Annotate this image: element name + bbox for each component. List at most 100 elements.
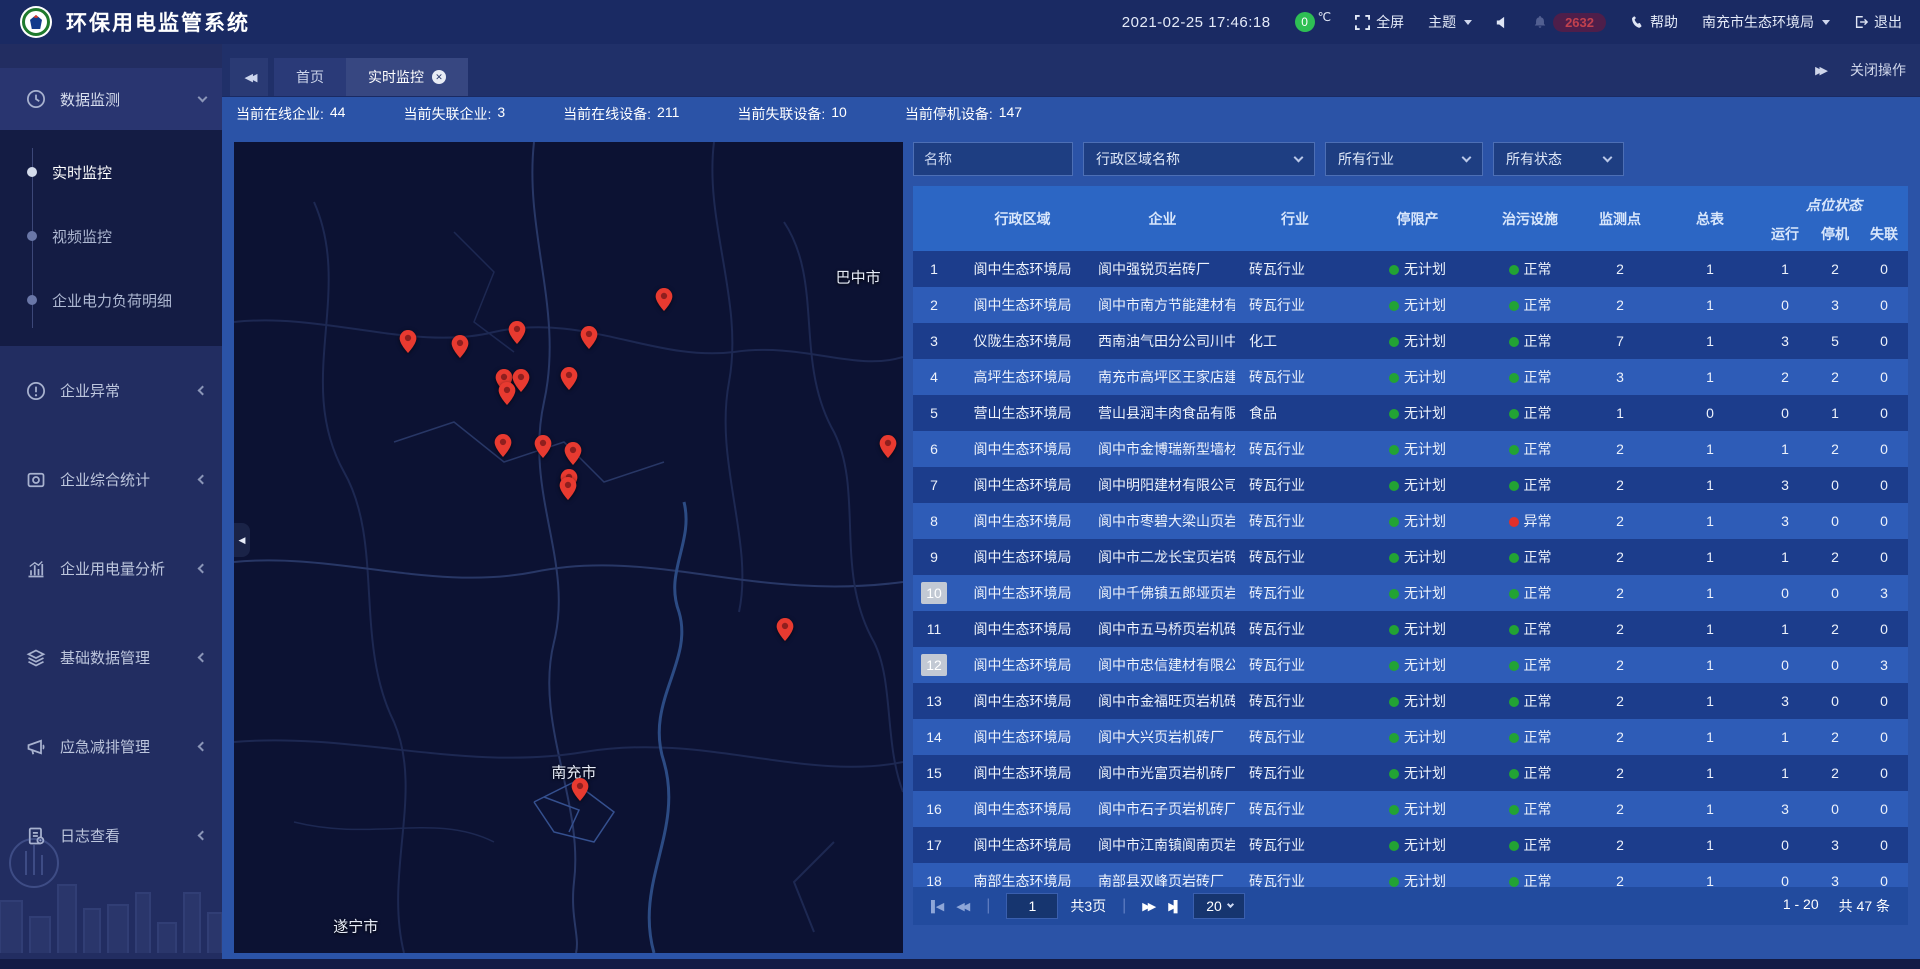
sidebar-section-label: 企业综合统计 xyxy=(60,469,199,490)
name-search-input[interactable] xyxy=(913,142,1073,176)
col-region[interactable]: 行政区域 xyxy=(955,186,1090,251)
col-company[interactable]: 企业 xyxy=(1090,186,1235,251)
map-marker-pin[interactable] xyxy=(581,326,598,354)
sidebar-item-企业电力负荷明细[interactable]: 企业电力负荷明细 xyxy=(0,268,222,332)
col-industry[interactable]: 行业 xyxy=(1235,186,1355,251)
map-marker-pin[interactable] xyxy=(777,618,794,646)
map-marker-pin[interactable] xyxy=(399,330,416,358)
logout-button[interactable]: 退出 xyxy=(1854,12,1902,32)
sidebar-section-数据监测[interactable]: 数据监测 xyxy=(0,68,222,130)
page-size-select[interactable]: 20 xyxy=(1193,893,1245,919)
cell-company: 阆中强锐页岩砖厂 xyxy=(1090,259,1235,279)
next-page-button[interactable]: ▶▶ xyxy=(1142,900,1156,913)
table-row[interactable]: 1 阆中生态环境局 阆中强锐页岩砖厂 砖瓦行业 无计划 正常 2 1 1 2 0 xyxy=(913,251,1908,287)
cell-industry: 砖瓦行业 xyxy=(1235,547,1355,567)
fullscreen-button[interactable]: 全屏 xyxy=(1355,12,1404,32)
close-operations-dropdown[interactable]: 关闭操作 xyxy=(1850,60,1906,80)
table-row[interactable]: 9 阆中生态环境局 阆中市二龙长宝页岩砖 砖瓦行业 无计划 正常 2 1 1 2… xyxy=(913,539,1908,575)
stat-label: 当前停机设备: xyxy=(905,104,993,124)
map-marker-pin[interactable] xyxy=(535,435,552,463)
prev-page-button[interactable]: ◀◀ xyxy=(956,900,970,913)
user-dropdown[interactable]: 南充市生态环境局 xyxy=(1702,12,1830,32)
sidebar-item-视频监控[interactable]: 视频监控 xyxy=(0,204,222,268)
cell-index: 5 xyxy=(913,402,955,424)
table-row[interactable]: 4 高坪生态环境局 南充市高坪区王家店建 砖瓦行业 无计划 正常 3 1 2 2… xyxy=(913,359,1908,395)
cell-industry: 砖瓦行业 xyxy=(1235,655,1355,675)
table-row[interactable]: 14 阆中生态环境局 阆中大兴页岩机砖厂 砖瓦行业 无计划 正常 2 1 1 2… xyxy=(913,719,1908,755)
status-dot xyxy=(1509,553,1519,563)
sidebar-section-企业用电量分析[interactable]: 企业用电量分析 xyxy=(0,524,222,613)
table-row[interactable]: 11 阆中生态环境局 阆中市五马桥页岩机砖 砖瓦行业 无计划 正常 2 1 1 … xyxy=(913,611,1908,647)
tab-inactive[interactable]: 首页 xyxy=(274,58,346,96)
sidebar-section-企业综合统计[interactable]: 企业综合统计 xyxy=(0,435,222,524)
table-row[interactable]: 2 阆中生态环境局 阆中市南方节能建材有 砖瓦行业 无计划 正常 2 1 0 3… xyxy=(913,287,1908,323)
cell-running: 3 xyxy=(1760,693,1810,709)
page-number-input[interactable] xyxy=(1006,893,1058,919)
table-row[interactable]: 5 营山生态环境局 营山县润丰肉食品有限 食品 无计划 正常 1 0 0 1 0 xyxy=(913,395,1908,431)
help-button[interactable]: 帮助 xyxy=(1630,12,1678,32)
map-collapse-handle[interactable]: ◀ xyxy=(234,523,250,557)
table-row[interactable]: 10 阆中生态环境局 阆中千佛镇五郎垭页岩 砖瓦行业 无计划 正常 2 1 0 … xyxy=(913,575,1908,611)
table-row[interactable]: 12 阆中生态环境局 阆中市忠信建材有限公 砖瓦行业 无计划 正常 2 1 0 … xyxy=(913,647,1908,683)
tabs-scroll-left-button[interactable]: ◀◀ xyxy=(230,58,268,96)
col-lost[interactable]: 失联 xyxy=(1860,216,1908,251)
cell-meters: 1 xyxy=(1660,585,1760,601)
status-dot xyxy=(1389,589,1399,599)
col-running[interactable]: 运行 xyxy=(1760,216,1810,251)
map-marker-pin[interactable] xyxy=(559,477,576,505)
map-marker-pin[interactable] xyxy=(880,435,897,463)
tab-active[interactable]: 实时监控 ✕ xyxy=(346,58,468,96)
col-facility[interactable]: 治污设施 xyxy=(1480,186,1580,251)
table-row[interactable]: 7 阆中生态环境局 阆中明阳建材有限公司 砖瓦行业 无计划 正常 2 1 3 0… xyxy=(913,467,1908,503)
table-row[interactable]: 16 阆中生态环境局 阆中市石子页岩机砖厂 砖瓦行业 无计划 正常 2 1 3 … xyxy=(913,791,1908,827)
table-row[interactable]: 13 阆中生态环境局 阆中市金福旺页岩机砖 砖瓦行业 无计划 正常 2 1 3 … xyxy=(913,683,1908,719)
tabs-scroll-right-button[interactable]: ▶▶ xyxy=(1815,64,1824,77)
status-dot xyxy=(1509,661,1519,671)
map-marker-pin[interactable] xyxy=(571,778,588,806)
cell-meters: 1 xyxy=(1660,441,1760,457)
last-page-button[interactable]: ▶▌ xyxy=(1168,900,1181,913)
sidebar-item-实时监控[interactable]: 实时监控 xyxy=(0,140,222,204)
cell-running: 1 xyxy=(1760,621,1810,637)
notifications[interactable]: 2632 xyxy=(1533,13,1606,32)
cell-limit-status: 无计划 xyxy=(1355,259,1480,279)
sidebar-section-应急减排管理[interactable]: 应急减排管理 xyxy=(0,702,222,791)
table-row[interactable]: 8 阆中生态环境局 阆中市枣碧大梁山页岩 砖瓦行业 无计划 异常 2 1 3 0… xyxy=(913,503,1908,539)
cell-company: 西南油气田分公司川中 xyxy=(1090,331,1235,351)
region-select[interactable]: 行政区域名称 xyxy=(1083,142,1315,176)
skyline-watermark xyxy=(0,805,222,955)
cell-lost: 0 xyxy=(1860,477,1908,493)
table-row[interactable]: 15 阆中生态环境局 阆中市光富页岩机砖厂 砖瓦行业 无计划 正常 2 1 1 … xyxy=(913,755,1908,791)
theme-dropdown[interactable]: 主题 xyxy=(1428,12,1472,32)
table-row[interactable]: 18 南部生态环境局 南部县双峰页岩砖厂 砖瓦行业 无计划 正常 2 1 0 3… xyxy=(913,863,1908,887)
cell-lost: 0 xyxy=(1860,765,1908,781)
map-marker-pin[interactable] xyxy=(565,442,582,470)
table-row[interactable]: 3 仪陇生态环境局 西南油气田分公司川中 化工 无计划 正常 7 1 3 5 0 xyxy=(913,323,1908,359)
cell-points: 2 xyxy=(1580,765,1660,781)
status-dot xyxy=(1509,877,1519,887)
sound-button[interactable] xyxy=(1496,16,1509,29)
table-row[interactable]: 17 阆中生态环境局 阆中市江南镇阆南页岩 砖瓦行业 无计划 正常 2 1 0 … xyxy=(913,827,1908,863)
status-select[interactable]: 所有状态 xyxy=(1493,142,1624,176)
col-points[interactable]: 监测点 xyxy=(1580,186,1660,251)
cell-index: 17 xyxy=(913,834,955,856)
map-marker-pin[interactable] xyxy=(494,434,511,462)
map-marker-pin[interactable] xyxy=(561,367,578,395)
col-meters[interactable]: 总表 xyxy=(1660,186,1760,251)
stats-bar: 当前在线企业:44 当前失联企业:3 当前在线设备:211 当前失联设备:10 … xyxy=(222,96,1920,130)
first-page-button[interactable]: ▌◀ xyxy=(931,900,944,913)
col-limit[interactable]: 停限产 xyxy=(1355,186,1480,251)
map-marker-pin[interactable] xyxy=(498,382,515,410)
map-marker-pin[interactable] xyxy=(656,288,673,316)
map-marker-pin[interactable] xyxy=(508,321,525,349)
map-marker-pin[interactable] xyxy=(452,335,469,363)
map-panel[interactable]: ◀ 巴中市南充市遂宁市 xyxy=(234,142,903,953)
table-row[interactable]: 6 阆中生态环境局 阆中市金博瑞新型墙材 砖瓦行业 无计划 正常 2 1 1 2… xyxy=(913,431,1908,467)
sidebar-section-基础数据管理[interactable]: 基础数据管理 xyxy=(0,613,222,702)
cell-stopped: 2 xyxy=(1810,369,1860,385)
industry-select[interactable]: 所有行业 xyxy=(1325,142,1483,176)
chart-icon xyxy=(26,559,46,579)
col-stopped[interactable]: 停机 xyxy=(1810,216,1860,251)
tab-close-icon[interactable]: ✕ xyxy=(432,70,446,84)
sidebar-section-企业异常[interactable]: 企业异常 xyxy=(0,346,222,435)
